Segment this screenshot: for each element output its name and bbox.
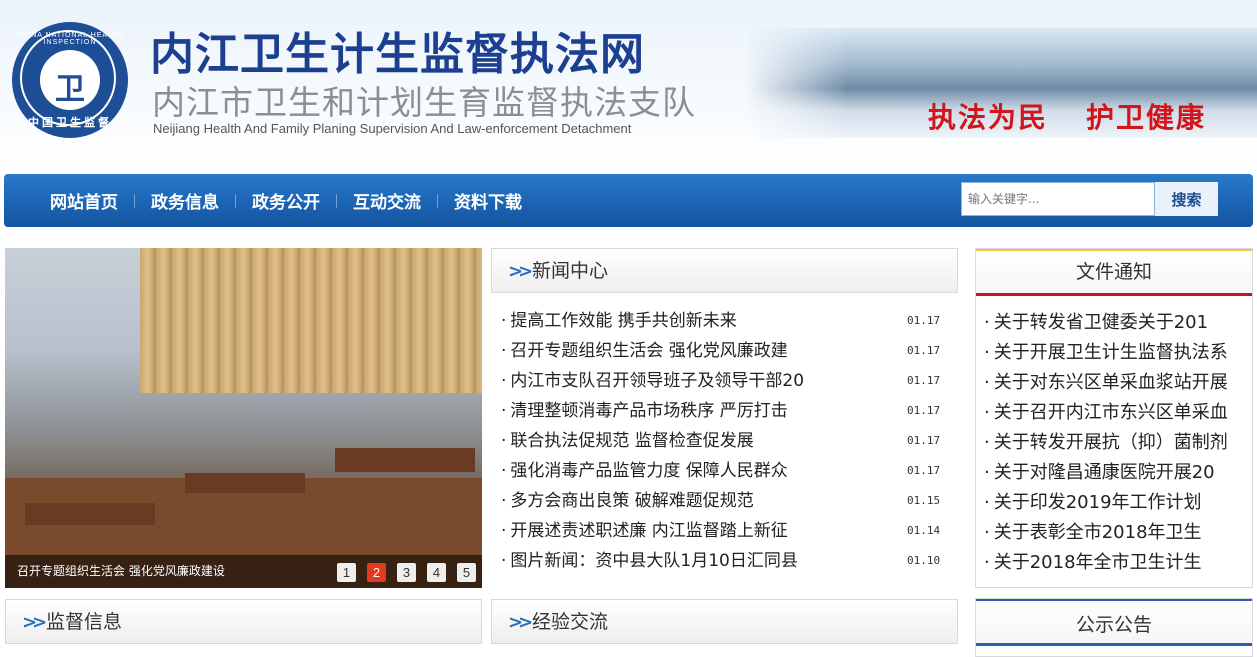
notice-item[interactable]: 关于对东兴区单采血浆站开展	[984, 369, 1246, 399]
slide-caption-bar: 召开专题组织生活会 强化党风廉政建设 1 2 3 4 5	[5, 555, 482, 588]
site-header: CHINA NATIONAL HEALTH INSPECTION 卫 中国卫生监…	[0, 0, 1257, 170]
slide-page-button[interactable]: 5	[457, 563, 476, 582]
nav-item-gov-info[interactable]: 政务信息	[135, 188, 235, 213]
slogan-part-1: 执法为民	[928, 101, 1049, 134]
main-nav: 网站首页 政务信息 政务公开 互动交流 资料下载 搜索	[4, 174, 1253, 227]
news-list: 提高工作效能 携手共创新未来 01.17 召开专题组织生活会 强化党风廉政建 01.…	[497, 308, 947, 578]
news-item[interactable]: 提高工作效能 携手共创新未来 01.17	[497, 308, 947, 338]
news-item-title[interactable]: 多方会商出良策 破解难题促规范	[501, 488, 753, 514]
news-item-date: 01.10	[907, 554, 941, 567]
nav-item-gov-disclosure[interactable]: 政务公开	[236, 188, 336, 213]
news-item-title[interactable]: 召开专题组织生活会 强化党风廉政建	[501, 338, 787, 364]
slide-pagination: 1 2 3 4 5	[326, 563, 476, 582]
photo-slideshow[interactable]: 召开专题组织生活会 强化党风廉政建设 1 2 3 4 5	[5, 248, 482, 588]
news-item-title[interactable]: 图片新闻：资中县大队1月10日汇同县	[501, 548, 797, 574]
news-item-date: 01.15	[907, 494, 941, 507]
site-subtitle: 内江市卫生和计划生育监督执法支队	[152, 83, 696, 122]
news-item[interactable]: 多方会商出良策 破解难题促规范 01.15	[497, 488, 947, 518]
announcement-panel: 公示公告	[975, 598, 1253, 657]
meeting-photo-curtain	[140, 248, 482, 393]
announcement-title[interactable]: 公示公告	[976, 599, 1252, 646]
notice-item[interactable]: 关于对隆昌通康医院开展20	[984, 459, 1246, 489]
news-item-title[interactable]: 开展述责述职述廉 内江监督踏上新征	[501, 518, 787, 544]
news-item-title[interactable]: 清理整顿消毒产品市场秩序 严厉打击	[501, 398, 787, 424]
nav-item-home[interactable]: 网站首页	[34, 188, 134, 213]
news-item-date: 01.17	[907, 464, 941, 477]
news-item-title[interactable]: 内江市支队召开领导班子及领导干部20	[501, 368, 804, 394]
file-notice-title[interactable]: 文件通知	[976, 249, 1252, 296]
news-item[interactable]: 内江市支队召开领导班子及领导干部20 01.17	[497, 368, 947, 398]
news-item[interactable]: 召开专题组织生活会 强化党风廉政建 01.17	[497, 338, 947, 368]
news-item[interactable]: 开展述责述职述廉 内江监督踏上新征 01.14	[497, 518, 947, 548]
slide-page-button[interactable]: 1	[337, 563, 356, 582]
experience-exchange-title[interactable]: 经验交流	[532, 600, 608, 645]
news-item[interactable]: 强化消毒产品监管力度 保障人民群众 01.17	[497, 458, 947, 488]
slogan-part-2: 护卫健康	[1086, 101, 1207, 134]
news-item-title[interactable]: 提高工作效能 携手共创新未来	[501, 308, 736, 334]
news-center-header: >> 新闻中心	[491, 248, 958, 293]
notice-item[interactable]: 关于转发省卫健委关于201	[984, 309, 1246, 339]
notice-item[interactable]: 关于召开内江市东兴区单采血	[984, 399, 1246, 429]
nav-item-interaction[interactable]: 互动交流	[337, 188, 437, 213]
health-inspection-emblem-icon[interactable]: CHINA NATIONAL HEALTH INSPECTION 卫 中国卫生监…	[12, 22, 128, 138]
search-input[interactable]	[961, 182, 1155, 216]
news-item[interactable]: 联合执法促规范 监督检查促发展 01.17	[497, 428, 947, 458]
meeting-photo-desk	[335, 448, 475, 472]
news-item[interactable]: 图片新闻：资中县大队1月10日汇同县 01.10	[497, 548, 947, 578]
emblem-text-top: CHINA NATIONAL HEALTH INSPECTION	[16, 32, 124, 46]
emblem-text-bottom: 中国卫生监督	[28, 116, 112, 129]
site-title: 内江卫生计生监督执法网	[150, 29, 645, 80]
double-chevron-icon: >>	[22, 612, 47, 633]
meeting-photo-desk	[185, 473, 305, 493]
meeting-photo-desk	[25, 503, 155, 525]
nav-item-downloads[interactable]: 资料下载	[438, 188, 538, 213]
double-chevron-icon: >>	[508, 261, 533, 282]
notice-item[interactable]: 关于印发2019年工作计划	[984, 489, 1246, 519]
news-item-title[interactable]: 强化消毒产品监管力度 保障人民群众	[501, 458, 787, 484]
news-item-date: 01.17	[907, 434, 941, 447]
experience-exchange-header: >> 经验交流	[491, 599, 958, 644]
double-chevron-icon: >>	[508, 612, 533, 633]
news-item[interactable]: 清理整顿消毒产品市场秩序 严厉打击 01.17	[497, 398, 947, 428]
search-button[interactable]: 搜索	[1155, 182, 1218, 216]
slogan: 执法为民 护卫健康	[928, 96, 1206, 136]
file-notice-list: 关于转发省卫健委关于201 关于开展卫生计生监督执法系 关于对东兴区单采血浆站开…	[984, 309, 1246, 579]
emblem-glyph: 卫	[55, 72, 85, 107]
slide-page-button[interactable]: 4	[427, 563, 446, 582]
notice-item[interactable]: 关于转发开展抗（抑）菌制剂	[984, 429, 1246, 459]
supervision-info-header: >> 监督信息	[5, 599, 482, 644]
site-english-name: Neijiang Health And Family Planing Super…	[153, 121, 632, 136]
news-item-date: 01.14	[907, 524, 941, 537]
news-item-date: 01.17	[907, 344, 941, 357]
file-notice-panel: 文件通知 关于转发省卫健委关于201 关于开展卫生计生监督执法系 关于对东兴区单…	[975, 248, 1253, 588]
news-item-date: 01.17	[907, 404, 941, 417]
slide-caption[interactable]: 召开专题组织生活会 强化党风廉政建设	[17, 555, 225, 588]
news-item-title[interactable]: 联合执法促规范 监督检查促发展	[501, 428, 753, 454]
news-item-date: 01.17	[907, 314, 941, 327]
notice-item[interactable]: 关于表彰全市2018年卫生	[984, 519, 1246, 549]
news-item-date: 01.17	[907, 374, 941, 387]
notice-item[interactable]: 关于2018年全市卫生计生	[984, 549, 1246, 579]
slide-page-button-active[interactable]: 2	[367, 563, 386, 582]
supervision-info-title[interactable]: 监督信息	[46, 600, 122, 645]
slide-page-button[interactable]: 3	[397, 563, 416, 582]
news-center-title[interactable]: 新闻中心	[532, 249, 608, 294]
notice-item[interactable]: 关于开展卫生计生监督执法系	[984, 339, 1246, 369]
